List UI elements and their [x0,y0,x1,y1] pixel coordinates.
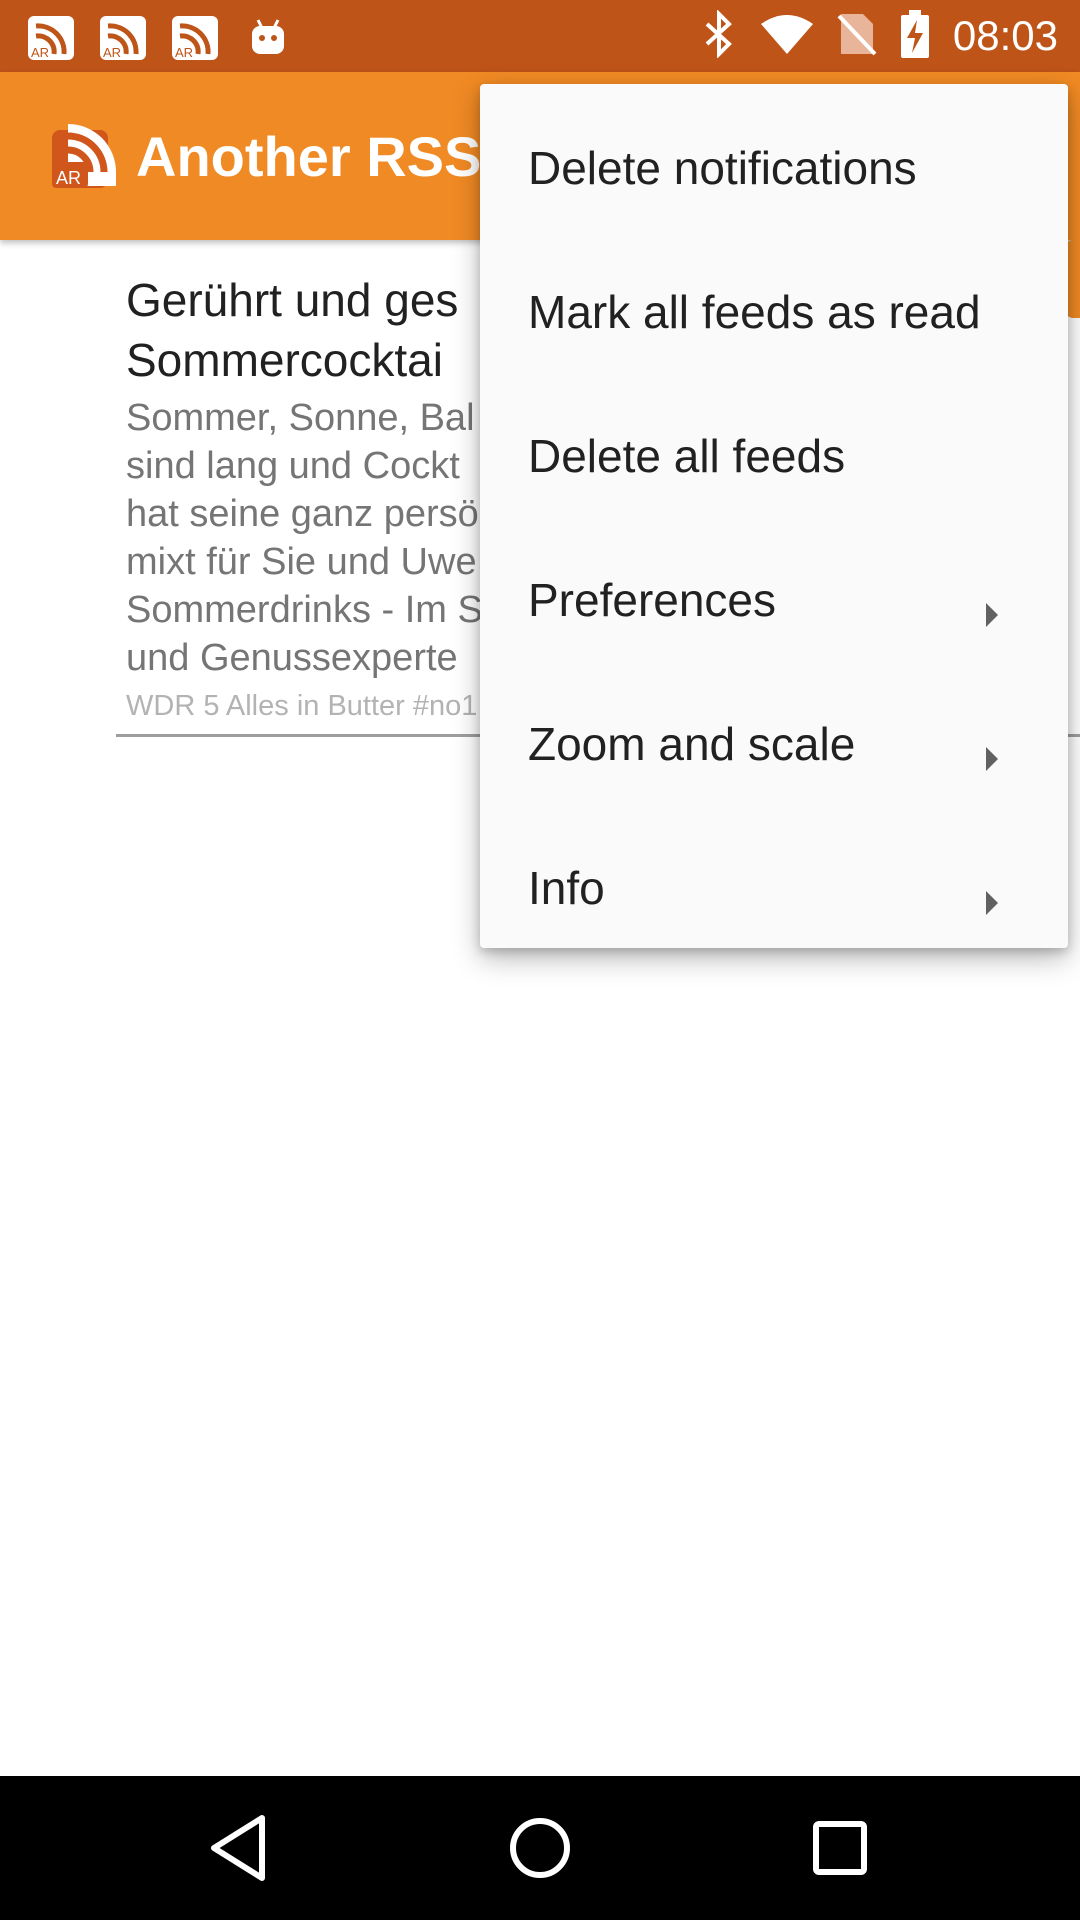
system-icons: 08:03 [701,0,1058,72]
submenu-arrow-icon [984,874,1000,915]
recents-icon[interactable] [800,1808,880,1888]
menu-item-preferences[interactable]: Preferences [480,528,1068,672]
menu-item-label: Delete notifications [528,142,917,194]
menu-item-label: Delete all feeds [528,430,846,482]
menu-item-mark-all-read[interactable]: Mark all feeds as read [480,240,1068,384]
menu-item-zoom-and-scale[interactable]: Zoom and scale [480,672,1068,816]
rss-notification-icon: AR [98,10,150,62]
clock: 08:03 [952,12,1058,59]
rss-notification-icon: AR [170,10,222,62]
submenu-arrow-icon [984,586,1000,627]
menu-item-label: Mark all feeds as read [528,286,981,338]
home-icon[interactable] [500,1808,580,1888]
notification-icons: AR AR AR [26,10,294,62]
no-sim-icon [837,10,877,62]
bluetooth-icon [701,9,737,62]
menu-item-label: Zoom and scale [528,718,856,770]
rss-notification-icon: AR [26,10,78,62]
status-bar: AR AR AR 08:03 [0,0,1080,72]
app-logo-icon: AR [46,118,122,194]
svg-text:AR: AR [175,45,193,60]
overflow-menu: Delete notifications Mark all feeds as r… [480,84,1068,948]
wifi-icon [759,12,815,60]
menu-item-label: Preferences [528,574,777,626]
svg-text:AR: AR [56,168,81,188]
feed-item-source: WDR 5 Alles in Butter #no1 [126,690,478,722]
battery-charging-icon [899,8,931,64]
svg-text:AR: AR [103,45,121,60]
android-icon [242,10,294,62]
submenu-arrow-icon [984,730,1000,771]
navigation-bar [0,1776,1080,1920]
scroll-indicator [1066,240,1080,318]
menu-item-delete-notifications[interactable]: Delete notifications [480,96,1068,240]
screen: AR AR AR 08:03 AR Another RSS Gerührt un… [0,0,1080,1920]
menu-item-info[interactable]: Info [480,816,1068,960]
menu-item-label: Info [528,862,605,914]
menu-item-delete-all-feeds[interactable]: Delete all feeds [480,384,1068,528]
app-title: Another RSS [136,125,482,188]
svg-text:AR: AR [31,45,49,60]
back-icon[interactable] [200,1808,280,1888]
